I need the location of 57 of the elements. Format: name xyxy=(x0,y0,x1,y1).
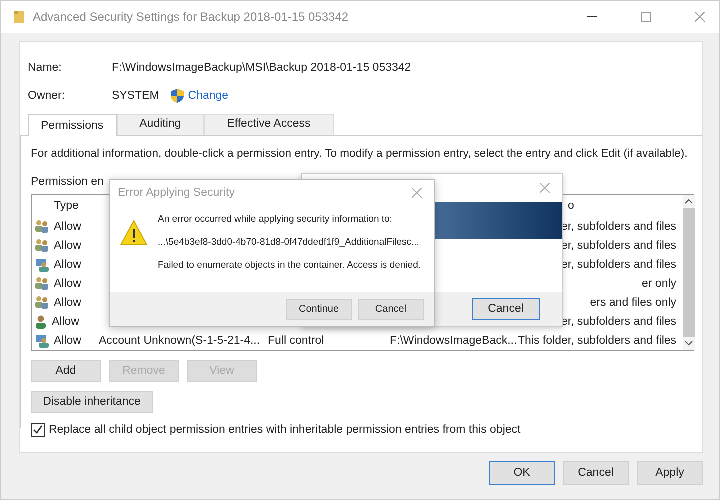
warning-icon xyxy=(120,220,148,246)
applies-to-cell: er only xyxy=(642,278,677,290)
checkbox-label: Replace all child object permission entries with inheritable permission entries from this object xyxy=(49,424,521,436)
type-cell: Allow xyxy=(54,258,82,270)
type-cell: Allow xyxy=(54,334,82,346)
cancel-button[interactable]: Cancel xyxy=(472,298,540,320)
dialog-title: Error Applying Security xyxy=(118,187,235,199)
type-cell: Allow xyxy=(54,278,82,290)
scrollbar[interactable] xyxy=(682,195,695,350)
column-header[interactable]: Type xyxy=(32,200,99,212)
dialog-button[interactable]: Cancel xyxy=(563,461,629,485)
user-computer-icon xyxy=(35,334,49,348)
close-icon[interactable] xyxy=(412,188,422,198)
scroll-down-icon[interactable] xyxy=(684,341,693,346)
type-cell: Allow xyxy=(52,316,80,328)
group-icon xyxy=(35,220,49,233)
tab[interactable]: Permissions xyxy=(28,114,117,136)
dialog-button[interactable]: Cancel xyxy=(358,298,424,320)
close-icon[interactable] xyxy=(695,12,705,22)
list-button[interactable]: Add xyxy=(31,360,101,382)
dialog-button[interactable]: Continue xyxy=(286,298,352,320)
type-cell: Allow xyxy=(54,220,82,232)
info-text: For additional information, double-click a permission entry. To modify a permission entry, select the entry and click Edit (if available). xyxy=(31,148,689,160)
folder-icon xyxy=(13,10,25,24)
name-value: F:\WindowsImageBackup\MSI\Backup 2018-01-15 053342 xyxy=(112,62,412,74)
error-detail: Failed to enumerate objects in the container. Access is denied. xyxy=(158,260,421,271)
group-icon xyxy=(35,239,49,252)
inherited-from-cell: F:\WindowsImageBack... xyxy=(390,334,518,346)
type-cell: Allow xyxy=(54,240,82,252)
window-title: Advanced Security Settings for Backup 2018-01-15 053342 xyxy=(33,10,349,24)
tab[interactable]: Effective Access xyxy=(204,114,334,135)
tab[interactable]: Auditing xyxy=(116,114,204,135)
scroll-up-icon[interactable] xyxy=(684,199,693,204)
entries-label: Permission en xyxy=(31,176,104,190)
applies-to-cell: ers and files only xyxy=(590,296,677,308)
shield-icon xyxy=(171,89,184,103)
error-path: ...\5e4b3ef8-3dd0-4b70-81d8-0f47ddedf1f9_AdditionalFilesc... xyxy=(158,237,420,248)
user-icon xyxy=(35,314,47,328)
access-cell: Full control xyxy=(268,334,324,346)
change-link[interactable]: Change xyxy=(188,90,229,102)
maximize-icon[interactable] xyxy=(641,12,651,22)
name-label: Name: xyxy=(28,62,63,74)
dialog-button[interactable]: Apply xyxy=(637,461,703,485)
checkbox[interactable] xyxy=(31,423,45,437)
type-cell: Allow xyxy=(54,296,82,308)
scroll-thumb[interactable] xyxy=(682,208,695,337)
owner-value: SYSTEM xyxy=(112,90,160,102)
group-icon xyxy=(35,296,49,309)
error-message: An error occurred while applying security information to: xyxy=(158,214,394,225)
close-icon[interactable] xyxy=(540,183,550,193)
applies-to-cell: This folder, subfolders and files xyxy=(518,334,677,346)
group-icon xyxy=(35,277,49,290)
disable-inheritance-button[interactable]: Disable inheritance xyxy=(31,391,153,413)
principal-cell: Account Unknown(S-1-5-21-4... xyxy=(99,334,260,346)
dialog-button[interactable]: OK xyxy=(489,461,555,485)
owner-label: Owner: xyxy=(28,90,66,102)
user-computer-icon xyxy=(35,258,49,272)
